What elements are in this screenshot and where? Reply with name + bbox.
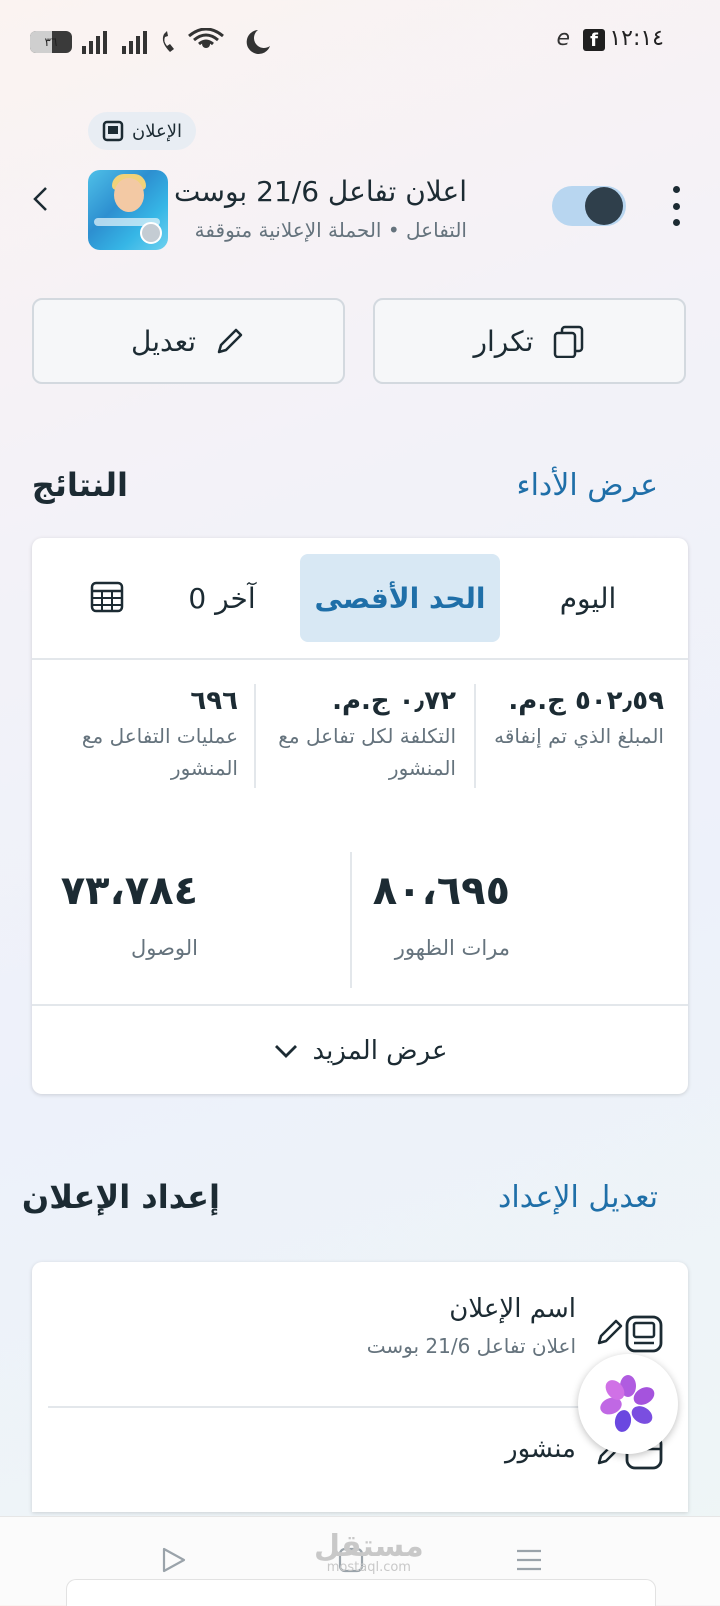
- ad-setup-title: إعداد الإعلان: [21, 1178, 220, 1216]
- app-notification-icon: e: [556, 26, 570, 51]
- duplicate-icon: [553, 325, 583, 358]
- clock: ١٢:١٤: [609, 26, 664, 51]
- ad-icon: [102, 120, 124, 142]
- ad-badge-label: الإعلان: [132, 120, 182, 142]
- view-performance-link[interactable]: عرض الأداء: [516, 468, 658, 503]
- tab-maximum[interactable]: الحد الأقصى: [300, 554, 500, 642]
- post-label: منشور: [505, 1434, 576, 1464]
- pencil-icon[interactable]: [594, 1316, 626, 1348]
- divider: [350, 852, 352, 988]
- results-title: النتائج: [31, 466, 128, 504]
- calendar-table-icon[interactable]: [90, 580, 124, 614]
- edit-label: تعديل: [131, 324, 196, 358]
- ad-thumbnail[interactable]: [88, 170, 168, 250]
- status-dot: [140, 222, 162, 244]
- play-icon[interactable]: [158, 1545, 188, 1575]
- tab-last[interactable]: آخر 0: [162, 554, 282, 642]
- flower-icon: [600, 1375, 655, 1432]
- ad-name-label: اسم الإعلان: [449, 1294, 576, 1324]
- date-range-tabs: اليوم الحد الأقصى آخر 0: [32, 538, 688, 660]
- watermark: مستقل mostaql.com: [314, 1529, 424, 1575]
- ad-title: اعلان تفاعل 21/6 بوست: [174, 175, 467, 208]
- pencil-icon: [217, 328, 243, 354]
- bottom-navigation: مستقل mostaql.com: [0, 1516, 720, 1606]
- results-card: اليوم الحد الأقصى آخر 0 ٥٠٢٫٥٩ ج.م. المب…: [32, 538, 688, 1094]
- ai-assistant-button[interactable]: [578, 1354, 678, 1454]
- metric-cost-per-engagement: ٠٫٧٢ ج.م. التكلفة لكل تفاعل مع المنشور: [278, 686, 456, 780]
- edit-setup-link[interactable]: تعديل الإعداد: [498, 1180, 658, 1215]
- metric-amount-spent: ٥٠٢٫٥٩ ج.م. المبلغ الذي تم إنفاقه: [494, 686, 664, 748]
- show-more-button[interactable]: عرض المزيد: [32, 1004, 688, 1096]
- duplicate-label: تكرار: [473, 324, 534, 358]
- ad-name-icon: [625, 1315, 663, 1353]
- metric-reach: ٧٣،٧٨٤ الوصول: [60, 868, 198, 960]
- back-chevron-icon[interactable]: [26, 184, 56, 214]
- metric-impressions: ٨٠،٦٩٥ مرات الظهور: [372, 868, 510, 960]
- ad-subtitle: التفاعل • الحملة الإعلانية متوقفة: [194, 218, 467, 242]
- facebook-icon: f: [583, 29, 605, 51]
- ad-name-value: اعلان تفاعل 21/6 بوست: [366, 1334, 576, 1358]
- edit-button[interactable]: تعديل: [32, 298, 345, 384]
- more-options-icon[interactable]: [664, 186, 688, 226]
- duplicate-button[interactable]: تكرار: [373, 298, 686, 384]
- battery-icon: ٣٦: [30, 31, 72, 53]
- metric-post-engagements: ٦٩٦ عمليات التفاعل مع المنشور: [81, 686, 238, 780]
- status-bar: ٣٦ e f ١٢:١٤: [0, 0, 720, 84]
- bottom-sheet-peek: [66, 1579, 656, 1606]
- signal-wifi-icons: [82, 28, 270, 54]
- tab-today[interactable]: اليوم: [502, 554, 674, 642]
- ad-type-badge: الإعلان: [88, 112, 196, 150]
- chevron-down-icon: [274, 1045, 297, 1058]
- ad-active-toggle[interactable]: [552, 186, 626, 226]
- divider: [474, 684, 476, 788]
- menu-icon[interactable]: [514, 1545, 544, 1575]
- divider: [254, 684, 256, 788]
- show-more-label: عرض المزيد: [312, 1036, 448, 1066]
